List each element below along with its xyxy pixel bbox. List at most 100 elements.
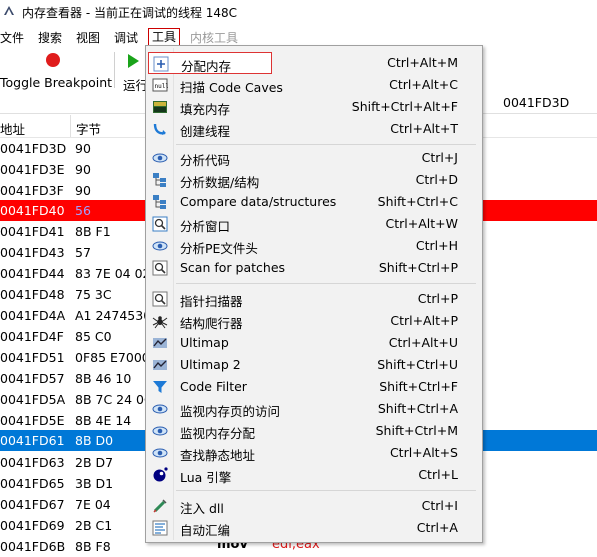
menu-item-shortcut: Ctrl+A xyxy=(416,520,458,535)
null-scan-icon: null xyxy=(152,78,169,92)
syringe-icon xyxy=(153,499,167,513)
menu-item-label: 注入 dll xyxy=(180,501,224,516)
menu-item-analyze-window[interactable]: 分析窗口 Ctrl+Alt+W xyxy=(148,213,480,235)
menu-item-shortcut: Ctrl+I xyxy=(421,498,458,513)
menu-item-label: Ultimap xyxy=(180,335,229,350)
menu-item-analyze-pe-header[interactable]: 分析PE文件头 Ctrl+H xyxy=(148,235,480,257)
structure-icon xyxy=(153,173,166,187)
compare-icon xyxy=(153,195,166,209)
row-address: 0041FD5A xyxy=(0,392,66,407)
menu-item-label: Scan for patches xyxy=(180,260,286,275)
run-icon[interactable] xyxy=(128,54,139,68)
menu-item-lua-engine[interactable]: Lua 引擎 Ctrl+L xyxy=(148,464,480,486)
row-address: 0041FD5E xyxy=(0,413,65,428)
row-address: 0041FD65 xyxy=(0,476,65,491)
menu-view[interactable]: 视图 xyxy=(76,29,100,47)
row-bytes: 7E 04 xyxy=(75,497,111,512)
menu-separator xyxy=(176,144,476,145)
menu-item-shortcut: Shift+Ctrl+M xyxy=(375,423,458,438)
menu-item-ultimap-2[interactable]: Ultimap 2 Shift+Ctrl+U xyxy=(148,354,480,376)
menu-item-create-thread[interactable]: 创建线程 Ctrl+Alt+T xyxy=(148,118,480,140)
row-address: 0041FD40 xyxy=(0,203,65,218)
toggle-breakpoint-button[interactable]: Toggle Breakpoint xyxy=(0,75,112,90)
menu-item-shortcut: Shift+Ctrl+A xyxy=(377,401,458,416)
menu-item-scan-for-patches[interactable]: Scan for patches Shift+Ctrl+P xyxy=(148,257,480,279)
cheat-engine-app-icon xyxy=(4,6,14,15)
menu-item-structure-spider[interactable]: 结构爬行器 Ctrl+Alt+P xyxy=(148,310,480,332)
menu-item-label: Compare data/structures xyxy=(180,194,337,209)
breakpoint-icon[interactable] xyxy=(46,53,60,67)
watch-eye-icon xyxy=(152,404,168,414)
row-bytes: 90 xyxy=(75,162,91,177)
menu-search[interactable]: 搜索 xyxy=(38,29,62,47)
row-bytes: 8B F8 xyxy=(75,539,111,554)
menu-item-shortcut: Ctrl+Alt+T xyxy=(390,121,458,136)
toolbar-separator xyxy=(114,52,115,88)
menu-item-shortcut: Ctrl+L xyxy=(418,467,458,482)
menu-item-shortcut: Ctrl+Alt+U xyxy=(388,335,458,350)
row-address: 0041FD3D xyxy=(0,141,67,156)
row-bytes: 2B D7 xyxy=(75,455,114,470)
menu-item-shortcut: Shift+Ctrl+U xyxy=(377,357,458,372)
menu-item-allocate-memory[interactable]: 分配内存 xyxy=(148,52,272,74)
menu-item-label: 创建线程 xyxy=(180,124,231,139)
menu-item-auto-assemble[interactable]: 自动汇编 Ctrl+A xyxy=(148,517,480,539)
menu-item-shortcut: Ctrl+J xyxy=(421,150,458,165)
menu-item-shortcut: Shift+Ctrl+P xyxy=(378,260,458,275)
menu-item-analyze-code[interactable]: 分析代码 Ctrl+J xyxy=(148,147,480,169)
menu-item-find-static-addresses[interactable]: 查找静态地址 Ctrl+Alt+S xyxy=(148,442,480,464)
menu-item-fill-memory[interactable]: 填充内存 Shift+Ctrl+Alt+F xyxy=(148,96,480,118)
row-address: 0041FD69 xyxy=(0,518,65,533)
menu-item-label: 分析窗口 xyxy=(180,219,231,234)
menu-item-scan-code-caves[interactable]: null 扫描 Code Caves Ctrl+Alt+C xyxy=(148,74,480,96)
menu-item-shortcut: Ctrl+Alt+W xyxy=(385,216,458,231)
menu-item-compare-data-structures[interactable]: Compare data/structures Shift+Ctrl+C xyxy=(148,191,480,213)
menu-item-label: Ultimap 2 xyxy=(180,357,241,372)
row-address: 0041FD43 xyxy=(0,245,65,260)
row-address: 0041FD6B xyxy=(0,539,66,554)
menu-item-analyze-data-structures[interactable]: 分析数据/结构 Ctrl+D xyxy=(148,169,480,191)
row-bytes: 90 xyxy=(75,183,91,198)
column-divider[interactable] xyxy=(70,115,71,137)
row-address: 0041FD67 xyxy=(0,497,65,512)
filter-icon xyxy=(153,381,167,393)
pointer-scan-icon xyxy=(152,291,168,307)
row-address: 0041FD57 xyxy=(0,371,65,386)
menu-item-label: Code Filter xyxy=(180,379,247,394)
row-address: 0041FD41 xyxy=(0,224,65,239)
menu-item-label: 分析数据/结构 xyxy=(180,175,260,190)
row-address: 0041FD44 xyxy=(0,266,65,281)
menu-item-shortcut: Ctrl+Alt+M xyxy=(387,55,458,70)
menu-item-code-filter[interactable]: Code Filter Shift+Ctrl+F xyxy=(148,376,480,398)
magnifier-window-icon xyxy=(152,216,168,232)
menu-item-shortcut: Shift+Ctrl+F xyxy=(379,379,458,394)
menu-item-shortcut: Ctrl+H xyxy=(415,238,458,253)
menu-item-pointer-scanner[interactable]: 指针扫描器 Ctrl+P xyxy=(148,288,480,310)
column-address[interactable]: 地址 xyxy=(0,119,25,138)
pe-header-icon xyxy=(152,241,168,251)
menu-item-label: Lua 引擎 xyxy=(180,470,232,485)
menu-item-ultimap[interactable]: Ultimap Ctrl+Alt+U xyxy=(148,332,480,354)
row-bytes: 56 xyxy=(75,203,91,218)
column-bytes[interactable]: 字节 xyxy=(76,119,101,138)
ultimap2-icon xyxy=(153,360,167,370)
menu-debug[interactable]: 调试 xyxy=(114,29,138,47)
menu-bar: 文件 搜索 视图 调试 工具 内核工具 xyxy=(0,27,597,47)
menu-item-watch-memory-allocations[interactable]: 监视内存分配 Shift+Ctrl+M xyxy=(148,420,480,442)
menu-item-shortcut: Ctrl+Alt+C xyxy=(389,77,458,92)
title-bar: 内存查看器 - 当前正在调试的线程 148C xyxy=(0,0,597,24)
row-bytes: 90 xyxy=(75,141,91,156)
row-bytes: 8B 46 10 xyxy=(75,371,132,386)
menu-item-shortcut: Shift+Ctrl+Alt+F xyxy=(351,99,458,114)
lua-icon xyxy=(153,467,168,482)
svg-text:null: null xyxy=(155,83,169,90)
row-address: 0041FD63 xyxy=(0,455,65,470)
menu-file[interactable]: 文件 xyxy=(0,29,24,47)
menu-item-watch-memory-page-access[interactable]: 监视内存页的访问 Shift+Ctrl+A xyxy=(148,398,480,420)
static-address-icon xyxy=(152,448,168,458)
row-address: 0041FD61 xyxy=(0,433,65,448)
menu-item-label: 分配内存 xyxy=(181,59,232,74)
menu-item-inject-dll[interactable]: 注入 dll Ctrl+I xyxy=(148,495,480,517)
menu-item-label: 自动汇编 xyxy=(180,523,231,538)
row-address: 0041FD48 xyxy=(0,287,65,302)
